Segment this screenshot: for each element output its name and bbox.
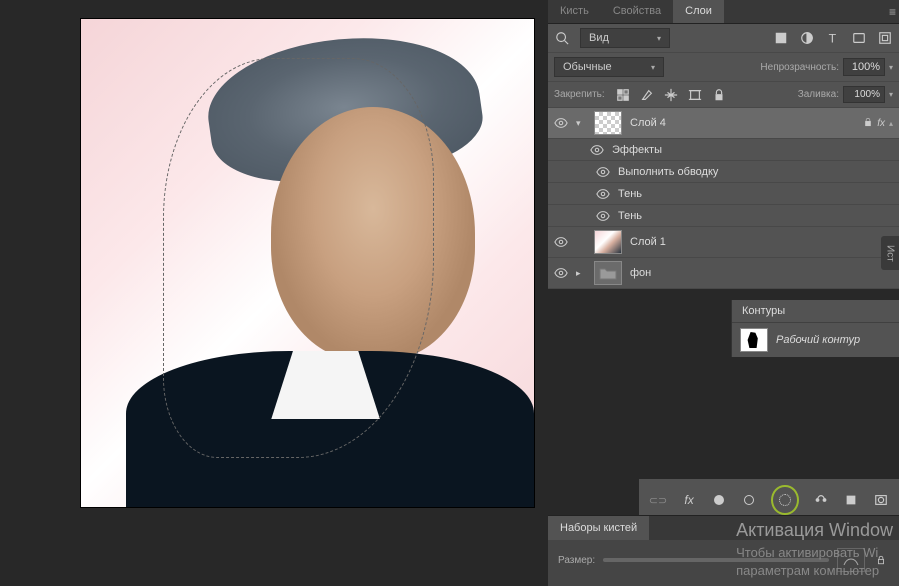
lock-icon	[863, 117, 873, 130]
visibility-toggle[interactable]	[554, 266, 568, 280]
effects-label: Эффекты	[612, 144, 893, 156]
mask-icon[interactable]	[873, 491, 889, 509]
lock-all-icon[interactable]	[711, 87, 727, 103]
effect-shadow-2[interactable]: Тень	[548, 205, 899, 227]
layer-thumbnail[interactable]	[594, 111, 622, 135]
lock-transparent-icon[interactable]	[615, 87, 631, 103]
effects-header[interactable]: Эффекты	[548, 139, 899, 161]
filter-kind-dropdown[interactable]: Вид ▾	[580, 28, 670, 48]
new-path-icon[interactable]	[843, 491, 859, 509]
layer-row-layer4[interactable]: ▾ Слой 4 fx ▴	[548, 108, 899, 139]
brush-size-slider[interactable]	[603, 558, 829, 562]
visibility-toggle[interactable]	[596, 209, 610, 223]
layers-panel: Вид ▾ T Обычные ▾ Непрозрачность: 100% ▾	[548, 24, 899, 289]
effect-label: Тень	[618, 188, 893, 200]
layer-list: ▾ Слой 4 fx ▴ Эффекты Выполнить обводку	[548, 108, 899, 289]
layer-thumbnail[interactable]	[594, 230, 622, 254]
make-work-path-icon[interactable]	[813, 491, 829, 509]
filter-type-icon[interactable]: T	[825, 30, 841, 46]
tab-brush[interactable]: Кисть	[548, 0, 601, 23]
chevron-down-icon: ▾	[889, 90, 893, 99]
visibility-toggle[interactable]	[590, 143, 604, 157]
search-icon[interactable]	[554, 30, 570, 46]
effect-shadow-1[interactable]: Тень	[548, 183, 899, 205]
path-thumbnail[interactable]	[740, 328, 768, 352]
lock-position-icon[interactable]	[663, 87, 679, 103]
tab-properties[interactable]: Свойства	[601, 0, 673, 23]
visibility-toggle[interactable]	[554, 116, 568, 130]
layer-name[interactable]: Слой 4	[630, 117, 855, 129]
fill-label: Заливка:	[798, 89, 839, 100]
effect-label: Выполнить обводку	[618, 166, 893, 178]
panel-tab-bar: Кисть Свойства Слои ≡	[548, 0, 899, 24]
effect-label: Тень	[618, 210, 893, 222]
lock-pixels-icon[interactable]	[639, 87, 655, 103]
link-layers-icon[interactable]: ⊂⊃	[649, 491, 667, 509]
layer-row-layer1[interactable]: Слой 1	[548, 227, 899, 258]
brush-presets-panel: Наборы кистей Размер:	[548, 515, 899, 586]
tab-layers[interactable]: Слои	[673, 0, 724, 23]
layer-name[interactable]: Слой 1	[630, 236, 893, 248]
fill-path-icon[interactable]	[711, 491, 727, 509]
panel-menu-icon[interactable]: ≡	[889, 5, 896, 19]
visibility-toggle[interactable]	[554, 235, 568, 249]
fill-value[interactable]: 100%	[843, 86, 885, 103]
tab-brush-presets[interactable]: Наборы кистей	[548, 516, 649, 540]
lock-icon[interactable]	[873, 552, 889, 568]
portrait-face	[271, 107, 475, 361]
chevron-down-icon: ▾	[651, 63, 655, 72]
history-tab[interactable]: Ист	[881, 236, 899, 270]
brush-size-label: Размер:	[558, 555, 595, 566]
blend-mode-dropdown[interactable]: Обычные ▾	[554, 57, 664, 77]
canvas-area[interactable]	[0, 0, 548, 586]
tab-paths[interactable]: Контуры	[732, 300, 899, 323]
filter-pixel-icon[interactable]	[773, 30, 789, 46]
filter-kind-label: Вид	[589, 32, 609, 44]
lock-artboard-icon[interactable]	[687, 87, 703, 103]
visibility-toggle[interactable]	[596, 187, 610, 201]
path-row-work[interactable]: Рабочий контур	[732, 323, 899, 357]
fx-twisty-icon[interactable]: ▴	[889, 119, 893, 128]
fx-badge[interactable]: fx	[877, 118, 885, 129]
chevron-down-icon: ▾	[657, 34, 661, 43]
layer-row-bg-group[interactable]: ▸ фон	[548, 258, 899, 289]
fx-icon[interactable]: fx	[681, 491, 697, 509]
filter-shape-icon[interactable]	[851, 30, 867, 46]
twisty-icon[interactable]: ▸	[576, 268, 586, 279]
layer-name[interactable]: фон	[630, 267, 893, 279]
paths-panel: Контуры Рабочий контур	[731, 300, 899, 357]
svg-text:T: T	[829, 31, 837, 45]
document-canvas[interactable]	[80, 18, 535, 508]
lock-label: Закрепить:	[554, 89, 605, 100]
path-name[interactable]: Рабочий контур	[776, 334, 860, 346]
brush-preview[interactable]	[837, 548, 865, 572]
load-path-selection-icon[interactable]	[776, 491, 794, 509]
filter-smart-icon[interactable]	[877, 30, 893, 46]
visibility-toggle[interactable]	[596, 165, 610, 179]
chevron-down-icon: ▾	[889, 63, 893, 72]
highlighted-button	[771, 485, 798, 515]
effect-stroke[interactable]: Выполнить обводку	[548, 161, 899, 183]
filter-adjustment-icon[interactable]	[799, 30, 815, 46]
stroke-path-icon[interactable]	[741, 491, 757, 509]
opacity-value[interactable]: 100%	[843, 58, 885, 76]
twisty-icon[interactable]: ▾	[576, 118, 586, 129]
blend-mode-label: Обычные	[563, 61, 612, 73]
opacity-label: Непрозрачность:	[760, 62, 839, 73]
folder-icon	[594, 261, 622, 285]
